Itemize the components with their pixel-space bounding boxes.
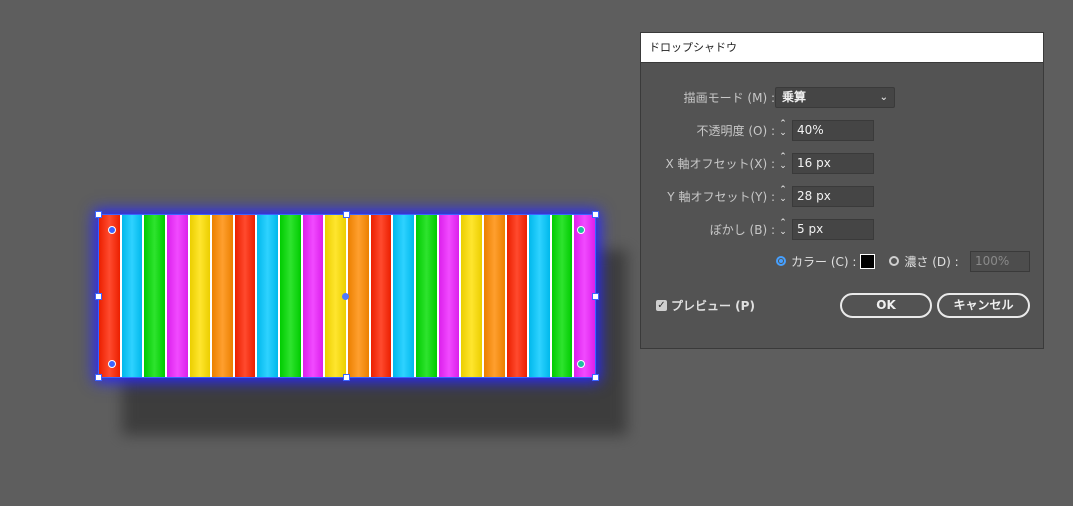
y-offset-row: Y 軸オフセット(Y) : ⌃ ⌄ 28 px (641, 185, 1045, 207)
color-swatch[interactable] (860, 253, 876, 269)
blur-stepper-icon[interactable]: ⌃ ⌄ (775, 218, 791, 240)
stripe (461, 214, 482, 378)
darkness-input: 100% (970, 251, 1030, 272)
stripe (280, 214, 301, 378)
handle-top-right[interactable] (592, 211, 599, 218)
stripe (144, 214, 165, 378)
blend-mode-select[interactable]: 乗算 ⌄ (775, 86, 895, 108)
handle-bottom-left[interactable] (95, 374, 102, 381)
handle-bottom-center[interactable] (343, 374, 350, 381)
dialog-title: ドロップシャドウ (641, 33, 1043, 63)
stripe (257, 214, 279, 378)
stripe (393, 214, 414, 378)
corner-widget-top-left[interactable] (108, 226, 116, 234)
y-offset-stepper-icon[interactable]: ⌃ ⌄ (775, 185, 791, 207)
handle-top-center[interactable] (343, 211, 350, 218)
x-offset-stepper-icon[interactable]: ⌃ ⌄ (775, 152, 791, 174)
corner-widget-bottom-right[interactable] (577, 360, 585, 368)
y-offset-label: Y 軸オフセット(Y) : (667, 189, 775, 204)
stripe (551, 214, 573, 378)
stripe (370, 214, 392, 378)
blend-mode-row: 描画モード (M) : 乗算 ⌄ (641, 86, 1045, 108)
opacity-label: 不透明度 (O) : (696, 123, 775, 138)
opacity-stepper-icon[interactable]: ⌃ ⌄ (775, 119, 791, 141)
stripe (438, 214, 460, 378)
stripe (121, 214, 143, 378)
blend-mode-value: 乗算 (782, 89, 807, 104)
ok-button[interactable]: OK (840, 293, 932, 318)
stripe (99, 214, 120, 378)
handle-top-left[interactable] (95, 211, 102, 218)
handle-middle-right[interactable] (592, 293, 599, 300)
stripe (529, 214, 550, 378)
corner-widget-top-right[interactable] (577, 226, 585, 234)
stripe (302, 214, 324, 378)
preview-checkbox[interactable]: ✓ (656, 299, 667, 311)
stripe (212, 214, 233, 378)
preview-label: プレビュー (P) (671, 298, 755, 313)
corner-widget-bottom-left[interactable] (108, 360, 116, 368)
stripe (483, 214, 505, 378)
handle-middle-left[interactable] (95, 293, 102, 300)
opacity-row: 不透明度 (O) : ⌃ ⌄ 40% (641, 119, 1045, 141)
preview-row: ✓ プレビュー (P) (656, 294, 755, 316)
color-option-row: カラー (C) : 濃さ (D) : (776, 250, 959, 272)
drop-shadow-dialog: ドロップシャドウ 描画モード (M) : 乗算 ⌄ 不透明度 (O) : ⌃ ⌄ … (640, 32, 1044, 349)
blend-mode-label: 描画モード (M) : (683, 90, 775, 105)
opacity-input[interactable]: 40% (792, 119, 874, 141)
cancel-button[interactable]: キャンセル (937, 293, 1030, 318)
chevron-down-icon: ⌄ (879, 91, 888, 103)
blur-label: ぼかし (B) : (709, 222, 775, 237)
stripe (415, 214, 437, 378)
stripe (189, 214, 211, 378)
x-offset-input[interactable]: 16 px (792, 152, 874, 174)
handle-bottom-right[interactable] (592, 374, 599, 381)
stripe (166, 214, 188, 378)
darkness-label: 濃さ (D) : (904, 254, 959, 269)
color-label: カラー (C) : (791, 254, 857, 269)
blur-row: ぼかし (B) : ⌃ ⌄ 5 px (641, 218, 1045, 240)
blur-input[interactable]: 5 px (792, 218, 874, 240)
color-radio[interactable] (776, 256, 786, 266)
darkness-radio[interactable] (889, 256, 900, 266)
stripe (348, 214, 369, 378)
y-offset-input[interactable]: 28 px (792, 185, 874, 207)
stripe (506, 214, 528, 378)
x-offset-row: X 軸オフセット(X) : ⌃ ⌄ 16 px (641, 152, 1045, 174)
stripe (234, 214, 256, 378)
x-offset-label: X 軸オフセット(X) : (665, 156, 775, 171)
center-point[interactable] (342, 293, 349, 300)
